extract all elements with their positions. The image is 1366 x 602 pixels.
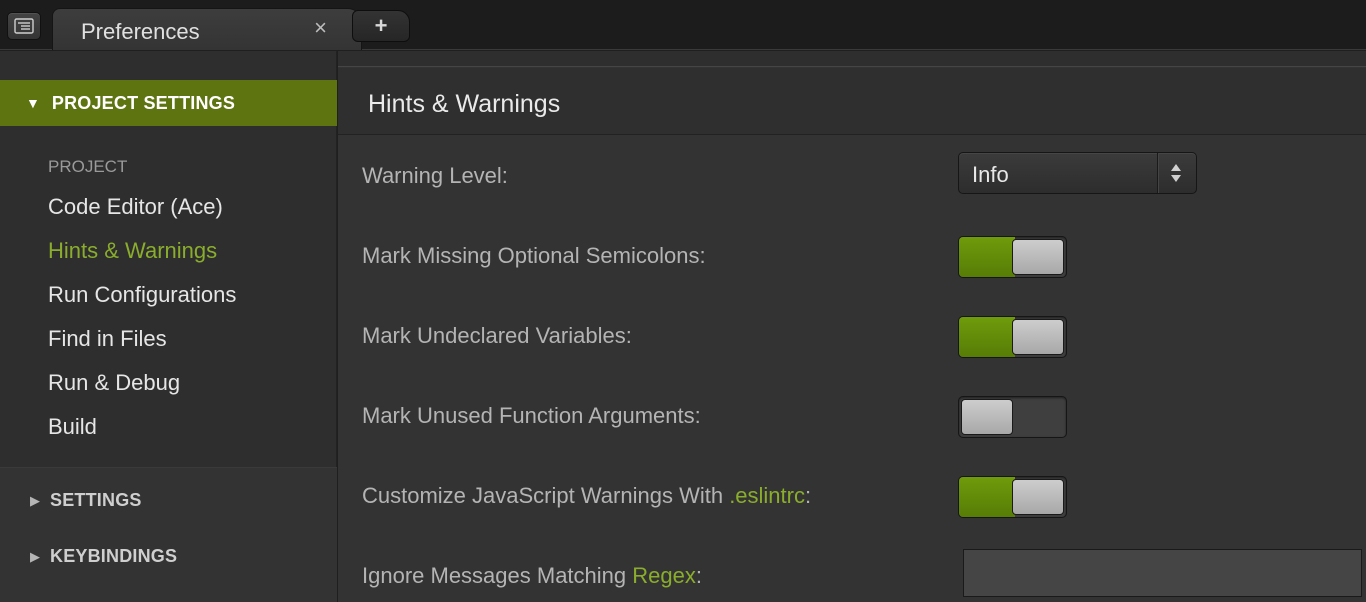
section-label: KEYBINDINGS bbox=[50, 546, 178, 566]
undeclared-vars-toggle[interactable] bbox=[958, 316, 1067, 358]
panel-header: Hints & Warnings bbox=[338, 68, 1366, 135]
panel-top-strip bbox=[338, 51, 1366, 67]
warning-level-select[interactable]: Info bbox=[958, 152, 1197, 194]
section-settings[interactable]: ▶ SETTINGS bbox=[30, 490, 142, 511]
toggle-track bbox=[959, 317, 1015, 357]
page-title: Hints & Warnings bbox=[368, 90, 561, 118]
section-label: SETTINGS bbox=[50, 490, 142, 510]
toggle-track bbox=[959, 477, 1015, 517]
sidebar-item-run-configurations[interactable]: Run Configurations bbox=[48, 282, 236, 308]
unused-args-label: Mark Unused Function Arguments: bbox=[362, 403, 701, 428]
section-label: PROJECT SETTINGS bbox=[51, 92, 236, 113]
sidebar-item-code-editor[interactable]: Code Editor (Ace) bbox=[48, 194, 223, 220]
ignore-regex-label: Ignore Messages Matching Regex: bbox=[362, 563, 702, 589]
toggle-track bbox=[959, 237, 1015, 277]
regex-link[interactable]: Regex bbox=[632, 563, 696, 588]
ignore-regex-input[interactable] bbox=[963, 549, 1362, 597]
sidebar: ▼ PROJECT SETTINGS PROJECT Code Editor (… bbox=[0, 51, 337, 602]
toggle-knob bbox=[1012, 319, 1064, 355]
main-panel: Hints & Warnings Warning Level: Info Mar… bbox=[338, 51, 1366, 602]
new-tab-button[interactable]: + bbox=[352, 10, 410, 42]
tab-title: Preferences bbox=[81, 19, 200, 44]
caret-right-icon: ▶ bbox=[30, 492, 40, 508]
sidebar-lower-sections: ▶ SETTINGS ▶ KEYBINDINGS bbox=[0, 468, 337, 602]
sidebar-item-run-debug[interactable]: Run & Debug bbox=[48, 370, 180, 396]
warning-level-label: Warning Level: bbox=[362, 163, 508, 188]
toggle-knob bbox=[1012, 479, 1064, 515]
tab-preferences[interactable]: Preferences × bbox=[52, 8, 362, 50]
sidebar-item-build[interactable]: Build bbox=[48, 414, 97, 440]
eslint-label-suffix: : bbox=[804, 483, 812, 508]
eslintrc-link[interactable]: .eslintrc bbox=[729, 483, 805, 508]
section-project-settings[interactable]: ▼ PROJECT SETTINGS bbox=[0, 80, 337, 126]
eslint-label: Customize JavaScript Warnings With .esli… bbox=[362, 483, 811, 509]
caret-right-icon: ▶ bbox=[30, 548, 40, 564]
caret-down-icon: ▼ bbox=[26, 95, 40, 111]
list-menu-icon bbox=[14, 18, 34, 34]
menu-button[interactable] bbox=[7, 12, 41, 40]
unused-args-toggle[interactable] bbox=[958, 396, 1067, 438]
section-keybindings[interactable]: ▶ KEYBINDINGS bbox=[30, 546, 177, 567]
select-value: Info bbox=[972, 162, 1009, 187]
plus-icon: + bbox=[374, 13, 388, 38]
close-icon[interactable]: × bbox=[314, 17, 327, 39]
ignore-regex-suffix: : bbox=[695, 563, 702, 588]
toggle-knob bbox=[1012, 239, 1064, 275]
sidebar-item-hints-warnings[interactable]: Hints & Warnings bbox=[48, 238, 217, 264]
semicolons-toggle[interactable] bbox=[958, 236, 1067, 278]
undeclared-vars-label: Mark Undeclared Variables: bbox=[362, 323, 632, 348]
tab-bar: Preferences × + bbox=[0, 0, 1366, 50]
sidebar-item-find-in-files[interactable]: Find in Files bbox=[48, 326, 167, 352]
group-label-project: PROJECT bbox=[48, 157, 128, 176]
semicolons-label: Mark Missing Optional Semicolons: bbox=[362, 243, 706, 268]
eslint-toggle[interactable] bbox=[958, 476, 1067, 518]
up-down-arrows-icon bbox=[1171, 164, 1181, 182]
ignore-regex-prefix: Ignore Messages Matching bbox=[362, 563, 633, 588]
eslint-label-prefix: Customize JavaScript Warnings With bbox=[362, 483, 730, 508]
select-divider bbox=[1157, 153, 1158, 193]
toggle-knob bbox=[961, 399, 1013, 435]
